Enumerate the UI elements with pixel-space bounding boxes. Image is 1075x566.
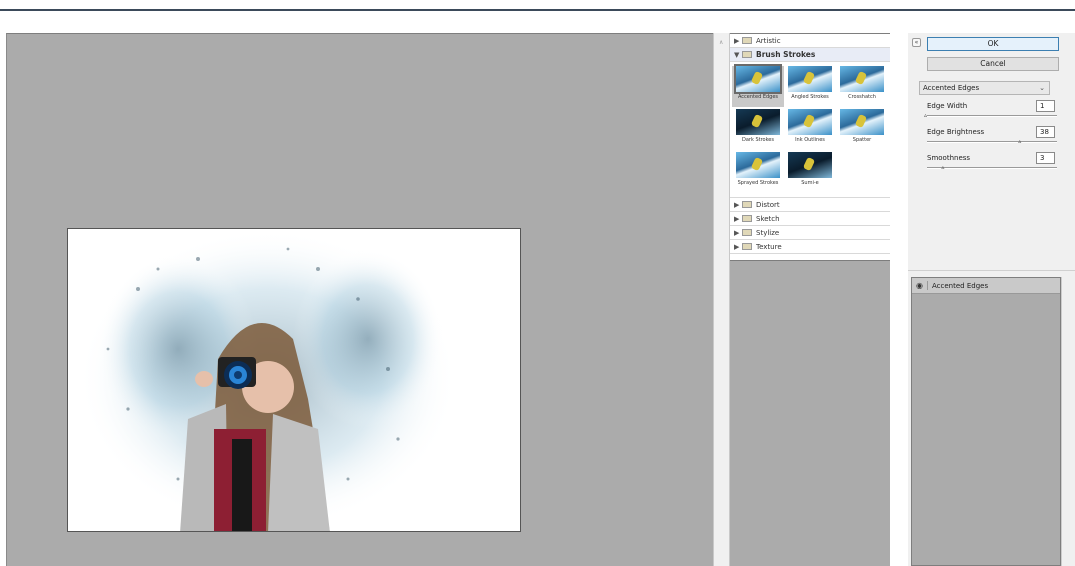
filter-thumb-label: Crosshatch: [848, 94, 876, 100]
filter-thumb-image: [734, 64, 782, 94]
expand-arrow-icon[interactable]: ▶: [734, 215, 742, 223]
folder-icon: [742, 243, 752, 250]
filter-thumb-image: [788, 66, 832, 92]
folder-icon: [742, 201, 752, 208]
photo-preview-art: [68, 229, 520, 531]
expand-arrow-icon[interactable]: ▶: [734, 243, 742, 251]
filter-thumb-accented-edges[interactable]: Accented Edges: [732, 64, 784, 107]
effect-layer-row[interactable]: ◉ Accented Edges: [912, 278, 1060, 294]
chevron-down-icon: ⌄: [1039, 84, 1045, 92]
folder-label: Brush Strokes: [756, 50, 816, 59]
slider-thumb[interactable]: [1018, 138, 1024, 145]
folder-brush-strokes[interactable]: ▼ Brush Strokes: [730, 48, 890, 62]
folder-label: Distort: [756, 200, 780, 209]
hide-gallery-icon[interactable]: «: [912, 38, 921, 47]
effect-layer-label: Accented Edges: [932, 281, 989, 290]
effect-layers-panel: ◉ Accented Edges: [911, 277, 1061, 566]
param-label: Smoothness: [927, 154, 971, 162]
cancel-button[interactable]: Cancel: [927, 57, 1059, 71]
filter-thumb-image: [788, 109, 832, 135]
folder-icon: [742, 215, 752, 222]
folder-icon: [742, 51, 752, 58]
folder-texture[interactable]: ▶ Texture: [730, 240, 890, 254]
filter-gallery-panel: ▶ Artistic ▼ Brush Strokes Accented Edge…: [730, 33, 890, 566]
filter-thumb-label: Accented Edges: [737, 94, 779, 100]
collapse-arrow-icon[interactable]: ▼: [734, 51, 742, 59]
param-edge-width: Edge Width 1: [919, 100, 1069, 124]
filter-thumb-label: Spatter: [852, 137, 872, 143]
folder-artistic[interactable]: ▶ Artistic: [730, 34, 890, 48]
filter-thumb-image: [788, 152, 832, 178]
param-smoothness: Smoothness 3: [919, 152, 1069, 176]
param-value-input[interactable]: 3: [1036, 152, 1055, 164]
filter-thumb-image: [840, 66, 884, 92]
filter-select[interactable]: Accented Edges ⌄: [919, 81, 1050, 95]
slider-thumb[interactable]: [941, 164, 947, 171]
filter-thumb-crosshatch[interactable]: Crosshatch: [836, 66, 888, 107]
collapse-arrow-icon[interactable]: ∧: [719, 39, 723, 46]
param-edge-brightness: Edge Brightness 38: [919, 126, 1069, 150]
folder-icon: [742, 37, 752, 44]
filter-thumb-label: Sumi-e: [801, 180, 819, 186]
param-label: Edge Width: [927, 102, 968, 110]
filter-thumb-angled-strokes[interactable]: Angled Strokes: [784, 66, 836, 107]
param-label: Edge Brightness: [927, 128, 985, 136]
eye-icon[interactable]: ◉: [912, 281, 928, 290]
filter-thumb-dark-strokes[interactable]: Dark Strokes: [732, 109, 784, 150]
filter-thumb-image: [736, 109, 780, 135]
filter-thumb-sprayed-strokes[interactable]: Sprayed Strokes: [732, 152, 784, 193]
param-value-input[interactable]: 38: [1036, 126, 1055, 138]
folder-label: Stylize: [756, 228, 780, 237]
top-bar: [0, 0, 1075, 11]
folder-label: Texture: [756, 242, 782, 251]
slider-track[interactable]: [927, 115, 1057, 117]
filter-thumb-sumi-e[interactable]: Sumi-e: [784, 152, 836, 193]
divider: [908, 270, 1075, 271]
expand-arrow-icon[interactable]: ▶: [734, 229, 742, 237]
expand-arrow-icon[interactable]: ▶: [734, 37, 742, 45]
slider-track[interactable]: [927, 141, 1057, 143]
filter-thumb-spatter[interactable]: Spatter: [836, 109, 888, 150]
filter-thumb-ink-outlines[interactable]: Ink Outlines: [784, 109, 836, 150]
expand-arrow-icon[interactable]: ▶: [734, 201, 742, 209]
folder-stylize[interactable]: ▶ Stylize: [730, 226, 890, 240]
folder-icon: [742, 229, 752, 236]
folder-label: Sketch: [756, 214, 780, 223]
folder-sketch[interactable]: ▶ Sketch: [730, 212, 890, 226]
filter-thumb-label: Ink Outlines: [795, 137, 825, 143]
folder-distort[interactable]: ▶ Distort: [730, 198, 890, 212]
filter-thumb-image: [736, 152, 780, 178]
filter-thumb-label: Angled Strokes: [791, 94, 829, 100]
preview-image: [67, 228, 521, 532]
preview-canvas[interactable]: [6, 33, 713, 566]
filter-thumbnails: Accented Edges Angled Strokes Crosshatch…: [730, 62, 890, 198]
filter-thumb-image: [840, 109, 884, 135]
layers-scrollbar[interactable]: [1061, 277, 1075, 566]
filter-thumb-label: Sprayed Strokes: [737, 180, 779, 186]
filter-gallery-list: ▶ Artistic ▼ Brush Strokes Accented Edge…: [730, 34, 890, 261]
panel-divider[interactable]: ∧: [713, 33, 730, 566]
param-value-input[interactable]: 1: [1036, 100, 1055, 112]
slider-thumb[interactable]: [924, 112, 930, 119]
ok-button[interactable]: OK: [927, 37, 1059, 51]
filter-thumb-label: Dark Strokes: [742, 137, 774, 143]
folder-label: Artistic: [756, 36, 781, 45]
filter-select-value: Accented Edges: [923, 84, 980, 92]
